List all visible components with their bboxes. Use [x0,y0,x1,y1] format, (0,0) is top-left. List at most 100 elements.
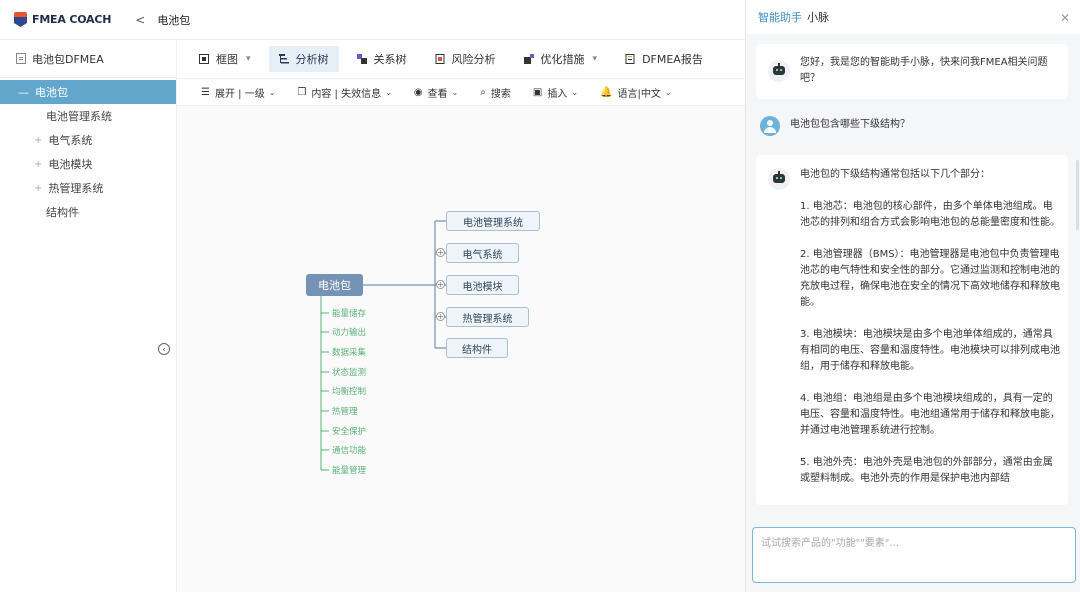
function-item[interactable]: 通信功能 [332,444,366,456]
bell-icon: 🔔 [600,86,613,98]
tab-dfmea-report[interactable]: DFMEA报告 [615,46,713,72]
mindmap-node-electrical[interactable]: 电气系统 [446,243,519,263]
view-dropdown[interactable]: ◉ 查看 ⌄ [414,85,458,100]
expand-node-icon[interactable]: + [436,248,445,257]
report-icon [625,54,635,64]
tree-icon [278,54,289,64]
logo-icon [14,12,27,27]
block-diagram-icon [199,54,209,64]
search-button[interactable]: ⌕ 搜索 [480,85,511,100]
expand-level-dropdown[interactable]: ☰ 展开 | 一级 ⌄ [201,85,275,100]
tree-toolbar: ☰ 展开 | 一级 ⌄ ❐ 内容 | 失效信息 ⌄ ◉ 查看 ⌄ ⌕ 搜索 ▣ … [177,78,745,106]
collapse-minus-icon[interactable]: — [18,86,29,99]
expand-plus-icon[interactable]: + [34,159,42,170]
chevron-down-icon: ▾ [592,54,598,64]
sidebar-item-electrical[interactable]: + 电气系统 [0,128,176,152]
copy-icon: ❐ [297,86,307,98]
answer-point: 2. 电池管理器（BMS）：电池管理器是电池包中负责管理电池芯的电气特性和安全性… [800,249,1060,308]
insert-dropdown[interactable]: ▣ 插入 ⌄ [533,85,578,100]
assistant-header: 智能助手 小脉 [746,0,1080,34]
toolbar-label: 查看 [427,88,448,100]
sidebar-item-label: 电气系统 [48,134,93,147]
back-button[interactable]: < [135,13,145,27]
assistant-panel: 智能助手 小脉 ✕ 您好，我是您的智能助手小脉，快来问我FMEA相关问题吧？ 电… [745,0,1080,592]
assistant-greeting-bubble: 您好，我是您的智能助手小脉，快来问我FMEA相关问题吧？ [756,44,1068,99]
tab-analysis-tree[interactable]: 分析树 [268,46,339,72]
chevron-down-icon: ⌄ [451,87,459,97]
chevron-down-icon: ⌄ [268,87,276,97]
relation-icon [356,54,367,64]
page-title: 电池包 [157,13,191,27]
sidebar: 电池包DFMEA — 电池包 电池管理系统 + 电气系统 + 电池模块 + 热管… [0,40,177,592]
risk-document-icon [435,54,445,64]
tab-optimization[interactable]: 优化措施 ▾ [514,46,608,72]
user-avatar-icon [760,116,780,136]
language-dropdown[interactable]: 🔔 语言|中文 ⌄ [600,85,672,100]
function-item[interactable]: 能量管理 [332,464,366,476]
function-item[interactable]: 安全保护 [332,425,366,437]
assistant-answer-bubble: 电池包的下级结构通常包括以下几个部分： 1. 电池芯：电池包的核心部件，由多个单… [756,155,1068,505]
function-item[interactable]: 状态监测 [332,366,366,378]
mindmap-canvas[interactable]: 电池包 电池管理系统 电气系统 电池模块 热管理系统 结构件 + + + 能量储… [177,106,745,592]
answer-point: 1. 电池芯：电池包的核心部件，由多个单体电池组成。电池芯的排列和组合方式会影响… [800,201,1060,228]
sidebar-item-label: 结构件 [46,206,79,219]
expand-plus-icon[interactable]: + [34,183,42,194]
function-item[interactable]: 能量储存 [332,307,366,319]
tab-label: 风险分析 [451,53,496,66]
tab-relation-tree[interactable]: 关系树 [347,46,417,72]
tab-block-diagram[interactable]: 框图 ▾ [189,46,261,72]
content-dropdown[interactable]: ❐ 内容 | 失效信息 ⌄ [297,85,391,100]
optimization-icon [523,54,534,64]
sidebar-item-label: 电池模块 [48,158,93,171]
collapse-sidebar-button[interactable]: ‹ [158,343,170,355]
tab-risk-analysis[interactable]: 风险分析 [425,46,506,72]
function-item[interactable]: 数据采集 [332,346,366,358]
sidebar-item-structure[interactable]: 结构件 [0,200,176,224]
sidebar-header[interactable]: 电池包DFMEA [0,40,176,78]
sidebar-item-thermal[interactable]: + 热管理系统 [0,176,176,200]
sidebar-item-label: 电池管理系统 [46,110,112,123]
mindmap-node-structure[interactable]: 结构件 [446,338,508,358]
mindmap-root-node[interactable]: 电池包 [306,274,363,296]
bot-avatar-icon [768,60,790,82]
sidebar-item-battery-pack[interactable]: — 电池包 [0,80,176,104]
view-tabs: 框图 ▾ 分析树 关系树 风险分析 优化措施 ▾ DFMEA报告 [177,40,745,78]
logo-text: FMEA COACH [32,13,112,26]
top-bar: FMEA COACH < 电池包 [0,0,745,40]
answer-point: 4. 电池组：电池组是由多个电池模块组成的，具有一定的电压、容量和温度特性。电池… [800,393,1060,436]
sidebar-item-label: 电池包 [35,86,68,99]
chevron-down-icon: ⌄ [664,87,672,97]
expand-plus-icon[interactable]: + [34,135,42,146]
sidebar-item-bms[interactable]: 电池管理系统 [0,104,176,128]
expand-node-icon[interactable]: + [436,312,445,321]
mindmap-node-module[interactable]: 电池模块 [446,275,519,295]
function-item[interactable]: 均衡控制 [332,385,366,397]
toolbar-label: 插入 [547,88,568,100]
assistant-input[interactable]: 试试搜索产品的"功能""要素"... [752,527,1076,583]
close-icon[interactable]: ✕ [1060,11,1070,25]
app-logo: FMEA COACH [14,12,111,27]
tab-label: DFMEA报告 [642,53,703,66]
function-item[interactable]: 热管理 [332,405,358,417]
sidebar-item-label: 热管理系统 [48,182,104,195]
answer-scrollbar[interactable] [1076,160,1079,230]
chevron-down-icon: ⌄ [385,87,392,97]
eye-icon: ◉ [413,86,423,98]
bot-avatar-icon [768,168,790,190]
answer-point: 3. 电池模块：电池模块是由多个电池单体组成的，通常具有相同的电压、容量和温度特… [800,329,1060,372]
function-item[interactable]: 动力输出 [332,326,366,338]
tab-label: 框图 [216,53,238,66]
assistant-name: 小脉 [807,11,829,24]
mindmap-node-thermal[interactable]: 热管理系统 [446,307,529,327]
chevron-down-icon: ⌄ [571,87,579,97]
answer-content: 电池包的下级结构通常包括以下几个部分： 1. 电池芯：电池包的核心部件，由多个单… [800,167,1062,503]
sidebar-item-module[interactable]: + 电池模块 [0,152,176,176]
mindmap-node-bms[interactable]: 电池管理系统 [446,211,540,231]
toolbar-label: 搜索 [490,88,511,100]
answer-intro: 电池包的下级结构通常包括以下几个部分： [800,169,990,180]
chevron-down-icon: ▾ [246,54,251,64]
expand-node-icon[interactable]: + [436,280,445,289]
toolbar-label: 内容 | 失效信息 [311,88,382,100]
assistant-title: 智能助手 [758,11,802,24]
answer-point: 5. 电池外壳：电池外壳是电池包的外部部分，通常由金属或塑料制成。电池外壳的作用… [800,457,1053,484]
